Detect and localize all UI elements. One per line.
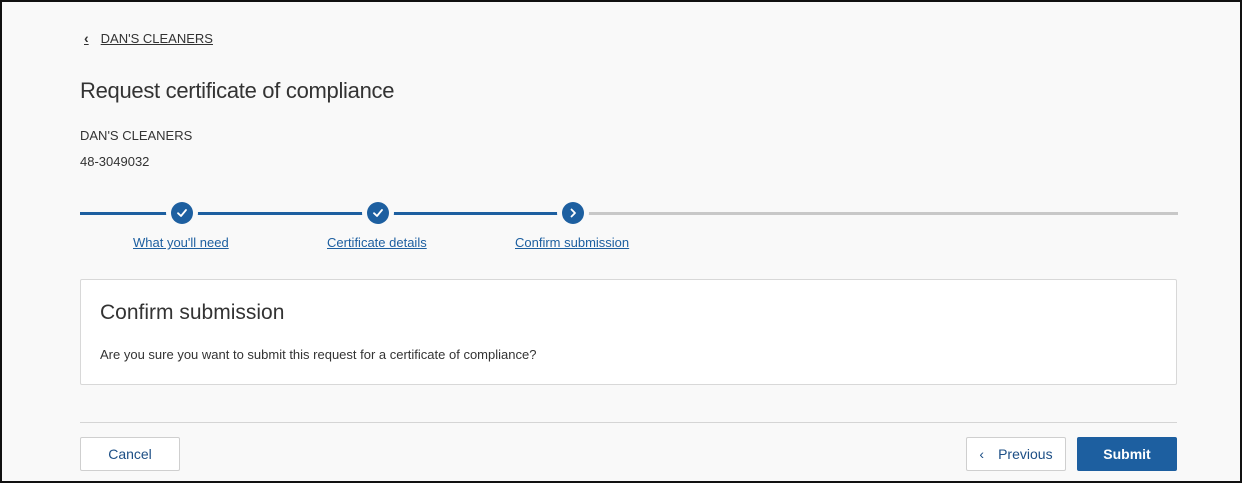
confirm-card: Confirm submission Are you sure you want…: [80, 279, 1177, 385]
back-link[interactable]: ‹ DAN'S CLEANERS: [84, 30, 213, 46]
step-link-certificate-details[interactable]: Certificate details: [327, 235, 427, 250]
cancel-button[interactable]: Cancel: [80, 437, 180, 471]
chevron-right-icon: [570, 208, 576, 218]
page-title: Request certificate of compliance: [80, 78, 395, 103]
chevron-left-icon: ‹: [84, 30, 89, 46]
check-icon: [177, 209, 187, 217]
previous-button[interactable]: ‹ Previous: [966, 437, 1066, 471]
back-link-label[interactable]: DAN'S CLEANERS: [101, 31, 213, 46]
progress-bar-complete: [80, 212, 573, 215]
step-3-current-icon: [562, 202, 584, 224]
business-name: DAN'S CLEANERS: [80, 128, 193, 143]
page-frame: ‹ DAN'S CLEANERS Request certificate of …: [0, 0, 1242, 483]
submit-button[interactable]: Submit: [1077, 437, 1177, 471]
check-icon: [373, 209, 383, 217]
step-link-what-youll-need[interactable]: What you'll need: [133, 235, 229, 250]
step-2-complete-icon: [367, 202, 389, 224]
progress-stepper: [80, 202, 1178, 226]
step-link-confirm-submission[interactable]: Confirm submission: [515, 235, 629, 250]
business-id: 48-3049032: [80, 154, 150, 169]
previous-button-label: Previous: [998, 446, 1053, 462]
card-heading: Confirm submission: [100, 301, 285, 324]
divider: [80, 422, 1177, 423]
chevron-left-icon: ‹: [979, 446, 985, 462]
card-body: Are you sure you want to submit this req…: [100, 347, 537, 362]
progress-bar-remaining: [573, 212, 1178, 215]
step-1-complete-icon: [171, 202, 193, 224]
